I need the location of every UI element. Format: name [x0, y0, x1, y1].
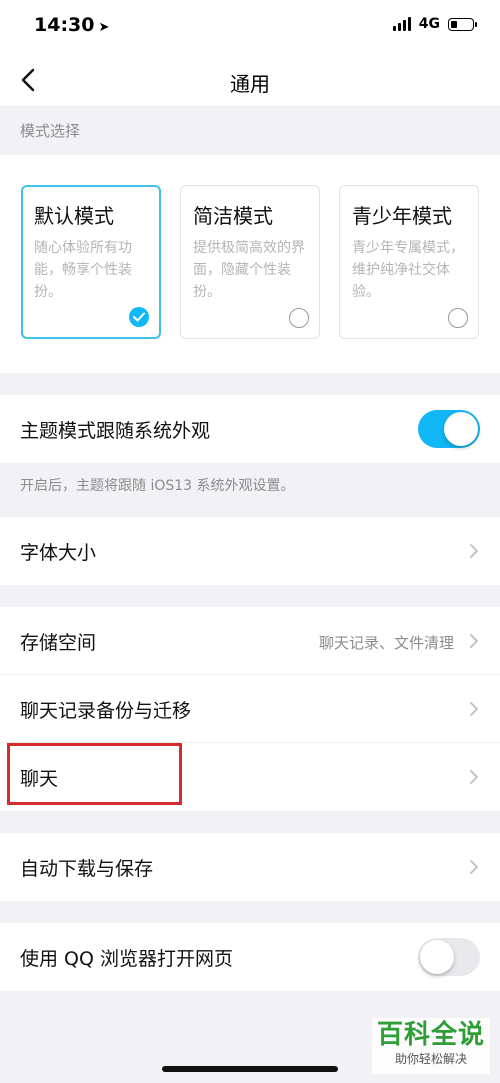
row-label: 主题模式跟随系统外观 — [20, 420, 211, 442]
row-label: 自动下载与保存 — [20, 858, 154, 880]
status-time-text: 14:30 — [34, 14, 95, 36]
radio-unchecked-icon — [448, 308, 468, 328]
row-value: 聊天记录、文件清理 — [318, 634, 454, 652]
battery-icon — [448, 17, 477, 31]
storage-row[interactable]: 存储空间 聊天记录、文件清理 — [0, 607, 500, 675]
mode-card-default[interactable]: 默认模式 随心体验所有功能，畅享个性装扮。 — [21, 185, 161, 339]
theme-hint: 开启后，主题将跟随 iOS13 系统外观设置。 — [20, 478, 295, 494]
font-size-row[interactable]: 字体大小 — [0, 517, 500, 585]
chevron-right-icon — [470, 634, 478, 648]
chevron-right-icon — [470, 544, 478, 558]
auto-download-row[interactable]: 自动下载与保存 — [0, 833, 500, 901]
location-arrow-icon: ➤ — [98, 20, 110, 35]
network-type: 4G — [418, 16, 440, 32]
qq-browser-row: 使用 QQ 浏览器打开网页 — [0, 923, 500, 991]
mode-description: 随心体验所有功能，畅享个性装扮。 — [34, 240, 132, 300]
row-label: 使用 QQ 浏览器打开网页 — [20, 948, 233, 970]
theme-follow-system-toggle[interactable] — [418, 410, 480, 448]
status-indicators: 4G — [392, 16, 477, 32]
status-time: 14:30 ➤ — [34, 14, 109, 36]
chevron-right-icon — [470, 770, 478, 784]
nav-bar: 通用 — [0, 54, 500, 107]
watermark: 百科全说 助你轻松解决 — [372, 1018, 490, 1074]
mode-description: 青少年专属模式，维护纯净社交体验。 — [352, 240, 464, 300]
mode-description: 提供极简高效的界面，隐藏个性装扮。 — [193, 240, 305, 300]
signal-icon — [392, 17, 411, 31]
chevron-right-icon — [470, 702, 478, 716]
mode-card-teen[interactable]: 青少年模式 青少年专属模式，维护纯净社交体验。 — [339, 185, 479, 339]
mode-name: 简洁模式 — [193, 204, 273, 228]
chevron-right-icon — [470, 860, 478, 874]
chat-backup-row[interactable]: 聊天记录备份与迁移 — [0, 675, 500, 743]
watermark-title: 百科全说 — [376, 1020, 485, 1050]
theme-follow-system-row: 主题模式跟随系统外观 — [0, 395, 500, 463]
mode-selector: 默认模式 随心体验所有功能，畅享个性装扮。 简洁模式 提供极简高效的界面，隐藏个… — [0, 155, 500, 373]
row-label: 存储空间 — [20, 632, 97, 654]
row-label: 聊天记录备份与迁移 — [20, 700, 192, 722]
check-icon — [129, 307, 149, 327]
row-label: 字体大小 — [20, 542, 97, 564]
mode-name: 默认模式 — [34, 204, 114, 228]
page-title: 通用 — [230, 72, 270, 96]
mode-section-label: 模式选择 — [20, 122, 81, 140]
qq-browser-toggle[interactable] — [418, 938, 480, 976]
highlight-box — [7, 743, 182, 805]
home-indicator — [162, 1066, 338, 1072]
radio-unchecked-icon — [289, 308, 309, 328]
mode-name: 青少年模式 — [352, 204, 452, 228]
status-bar: 14:30 ➤ 4G — [0, 0, 500, 54]
mode-card-simple[interactable]: 简洁模式 提供极简高效的界面，隐藏个性装扮。 — [180, 185, 320, 339]
watermark-subtitle: 助你轻松解决 — [394, 1052, 467, 1066]
